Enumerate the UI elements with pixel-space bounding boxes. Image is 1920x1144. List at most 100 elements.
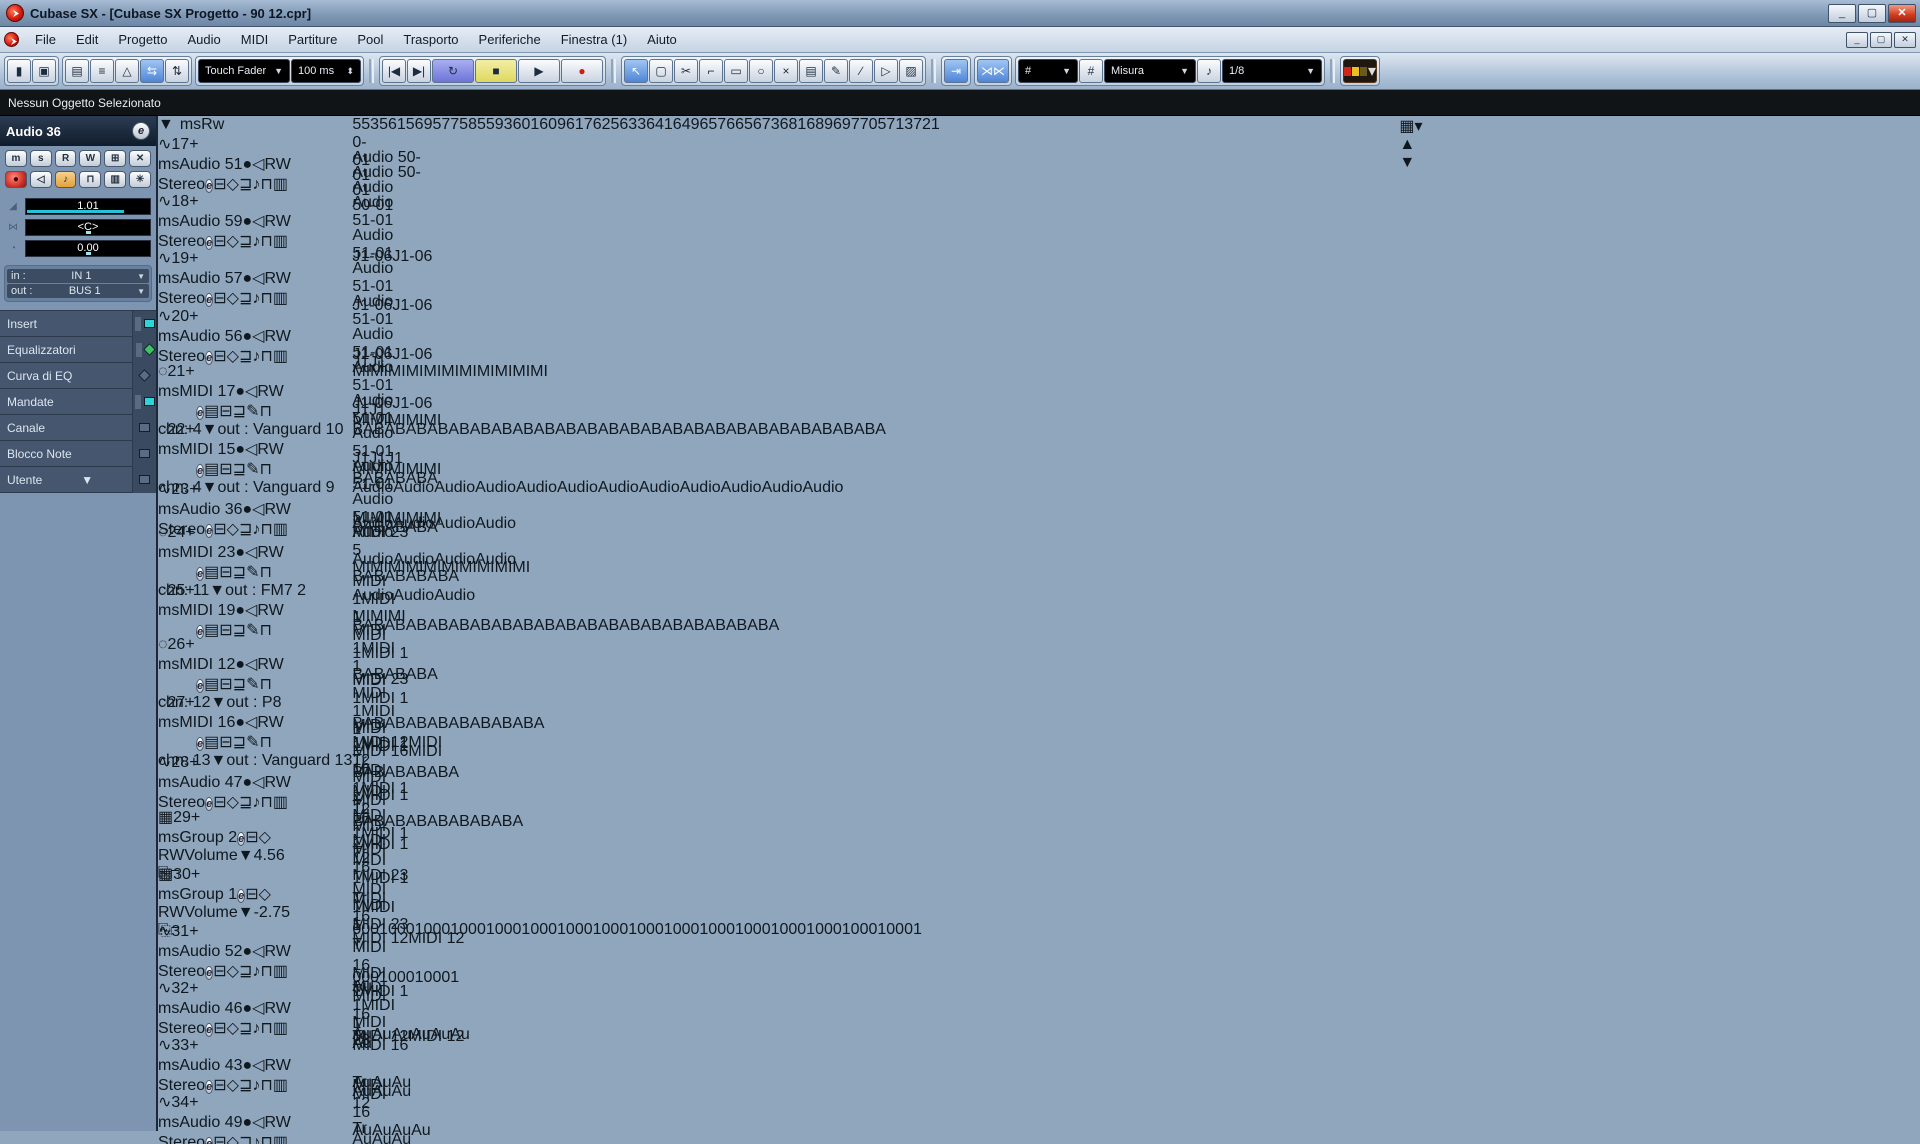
send-state-icon[interactable]: ⊒ bbox=[233, 676, 246, 693]
eq-state-icon[interactable]: ◇ bbox=[227, 290, 239, 307]
midi-output-select[interactable]: out : Vanguard 10 bbox=[217, 421, 343, 438]
track-name-field[interactable]: Audio 59 bbox=[179, 213, 242, 230]
track-name-field[interactable]: Audio 57 bbox=[179, 270, 242, 287]
global-r-indicator[interactable]: R bbox=[201, 116, 213, 133]
write-button[interactable]: W bbox=[276, 943, 291, 960]
monitor-button[interactable]: ◁ bbox=[252, 943, 264, 960]
read-button[interactable]: R bbox=[257, 441, 268, 458]
ruler-options-button[interactable]: ▦▾ bbox=[1399, 116, 1422, 136]
inspector-section-canale[interactable]: Canale bbox=[0, 415, 156, 441]
arrange-row-track-33[interactable]: AuAuAuAuAuAuAuAuAuAuAuAuAuAuAuAu bbox=[352, 1035, 1399, 1092]
read-button[interactable]: R bbox=[257, 656, 268, 673]
mute-button[interactable]: m bbox=[158, 1057, 171, 1074]
eq-state-icon[interactable]: ◇ bbox=[227, 1077, 239, 1094]
record-enable-button[interactable]: ● bbox=[243, 774, 253, 791]
write-button[interactable]: W bbox=[276, 501, 291, 518]
send-state-icon[interactable]: ⊒ bbox=[239, 794, 252, 811]
arrange-row-track-20[interactable]: J1J1J1J1J1J1J1 bbox=[352, 306, 1399, 363]
record-enable-button[interactable]: ● bbox=[235, 544, 245, 561]
read-button[interactable]: R bbox=[158, 847, 169, 864]
edit-channel-button[interactable]: e bbox=[132, 122, 150, 140]
inspector-track-header[interactable]: Audio 36 e bbox=[0, 116, 156, 146]
edit-channel-button[interactable]: e bbox=[196, 625, 204, 639]
insert-state-icon[interactable]: ⊟ bbox=[219, 676, 232, 693]
read-button[interactable]: R bbox=[264, 501, 275, 518]
minimize-button[interactable]: _ bbox=[1828, 4, 1856, 23]
grid-type-select[interactable]: Misura▼ bbox=[1104, 59, 1196, 83]
lanes-icon[interactable]: ▥ bbox=[273, 290, 288, 307]
read-button[interactable]: R bbox=[257, 602, 268, 619]
read-button[interactable]: R bbox=[264, 943, 275, 960]
expand-track-icon[interactable]: + bbox=[185, 524, 194, 541]
write-button[interactable]: W bbox=[276, 1057, 291, 1074]
insert-state-icon[interactable]: ⊟ bbox=[213, 1077, 226, 1094]
track-name-field[interactable]: Audio 51 bbox=[179, 156, 242, 173]
color-tool-icon[interactable]: ▨ bbox=[899, 59, 923, 83]
read-button[interactable]: R bbox=[264, 1057, 275, 1074]
expand-track-icon[interactable]: + bbox=[189, 193, 198, 210]
pan-value[interactable]: <C> bbox=[25, 219, 151, 236]
maximize-button[interactable]: ▢ bbox=[1858, 4, 1886, 23]
track-name-field[interactable]: Audio 49 bbox=[179, 1114, 242, 1131]
read-button[interactable]: R bbox=[264, 156, 275, 173]
send-state-icon[interactable]: ⊒ bbox=[239, 1134, 252, 1144]
mute-button[interactable]: m bbox=[158, 774, 171, 791]
play-button[interactable]: ▶ bbox=[518, 59, 560, 83]
pre-record-spinner[interactable]: 100 ms⬍ bbox=[291, 59, 361, 83]
menu-finestra-1-[interactable]: Finestra (1) bbox=[551, 28, 637, 51]
read-button[interactable]: R bbox=[257, 714, 268, 731]
expand-track-icon[interactable]: + bbox=[189, 250, 198, 267]
read-button[interactable]: R bbox=[264, 1000, 275, 1017]
close-button[interactable]: ✕ bbox=[1888, 4, 1916, 23]
view-toggle-3-icon[interactable]: △ bbox=[115, 59, 139, 83]
snap-grid-icon[interactable]: # bbox=[1079, 59, 1103, 83]
mute-button[interactable]: m bbox=[158, 886, 171, 903]
event-audio-50-01[interactable]: Audio 50-01 bbox=[352, 149, 432, 164]
drum-map-icon[interactable]: ▤ bbox=[204, 622, 219, 639]
view-toggle-1-icon[interactable]: ▤ bbox=[65, 59, 89, 83]
eq-state-icon[interactable]: ◇ bbox=[227, 794, 239, 811]
view-toggle-2-icon[interactable]: ≡ bbox=[90, 59, 114, 83]
insert-state-icon[interactable]: ⊟ bbox=[213, 963, 226, 980]
automation-parameter-select[interactable]: Volume▼ bbox=[184, 904, 253, 921]
track-name-field[interactable]: Audio 36 bbox=[179, 501, 242, 518]
midi-output-select[interactable]: out : Vanguard 9 bbox=[217, 479, 334, 496]
lock-icon[interactable]: ⊓ bbox=[260, 1077, 272, 1094]
record-enable-button[interactable]: ● bbox=[243, 213, 253, 230]
record-button[interactable]: ● bbox=[561, 59, 603, 83]
expand-track-icon[interactable]: + bbox=[191, 809, 200, 826]
write-button[interactable]: W bbox=[269, 383, 284, 400]
autoscroll-button-icon[interactable]: ⇥ bbox=[944, 59, 968, 83]
mute-button[interactable]: m bbox=[5, 150, 27, 167]
inspector-section-utente[interactable]: Utente▼ bbox=[0, 467, 156, 493]
expand-track-icon[interactable]: + bbox=[189, 136, 198, 153]
record-enable-button[interactable]: ● bbox=[235, 383, 245, 400]
track-30-header[interactable]: ▦30+msGroup 1e⊟◇RWVolume▼-2.75⎘⊓ bbox=[158, 864, 352, 921]
draw-tool-icon[interactable]: ✎ bbox=[824, 59, 848, 83]
view-toggle-4-icon[interactable]: ⇆ bbox=[140, 59, 164, 83]
inspector-section-curva-di-eq[interactable]: Curva di EQ bbox=[0, 363, 156, 389]
expand-track-icon[interactable]: + bbox=[185, 421, 194, 438]
insert-state-icon[interactable]: ⊟ bbox=[213, 794, 226, 811]
read-button[interactable]: R bbox=[264, 213, 275, 230]
mute-button[interactable]: m bbox=[158, 328, 171, 345]
in-routing-select[interactable]: in :IN 1▼ bbox=[7, 269, 149, 283]
drum-edit-icon[interactable]: ✎ bbox=[246, 564, 259, 581]
arrange-row-track-17[interactable]: 0-01Audio 50-01Audio 50-01Audio 50-01Aud… bbox=[352, 134, 1399, 191]
arrange-row-track-18[interactable] bbox=[352, 191, 1399, 248]
drum-edit-icon[interactable]: ✎ bbox=[246, 403, 259, 420]
monitor-button[interactable]: ◁ bbox=[245, 656, 257, 673]
send-state-icon[interactable]: ⊒ bbox=[233, 461, 246, 478]
line-tool-icon[interactable]: ∕ bbox=[849, 59, 873, 83]
menu-partiture[interactable]: Partiture bbox=[278, 28, 347, 51]
track-name-field[interactable]: MIDI 15 bbox=[179, 441, 235, 458]
track-name-field[interactable]: MIDI 12 bbox=[179, 656, 235, 673]
lock-icon[interactable]: ⊓ bbox=[260, 348, 272, 365]
arrange-row-track-28[interactable]: TrTrTrTrTrTrTrTrTrTrTrTrTrTrTrTrTrTrTrTr… bbox=[352, 752, 1399, 807]
mute-button[interactable]: m bbox=[158, 943, 171, 960]
expand-track-icon[interactable]: + bbox=[189, 1094, 198, 1111]
mute-button[interactable]: m bbox=[158, 501, 171, 518]
scroll-up-button[interactable]: ▲ bbox=[1399, 136, 1422, 154]
drum-map-icon[interactable]: ▤ bbox=[204, 564, 219, 581]
mute-button[interactable]: m bbox=[158, 1000, 171, 1017]
